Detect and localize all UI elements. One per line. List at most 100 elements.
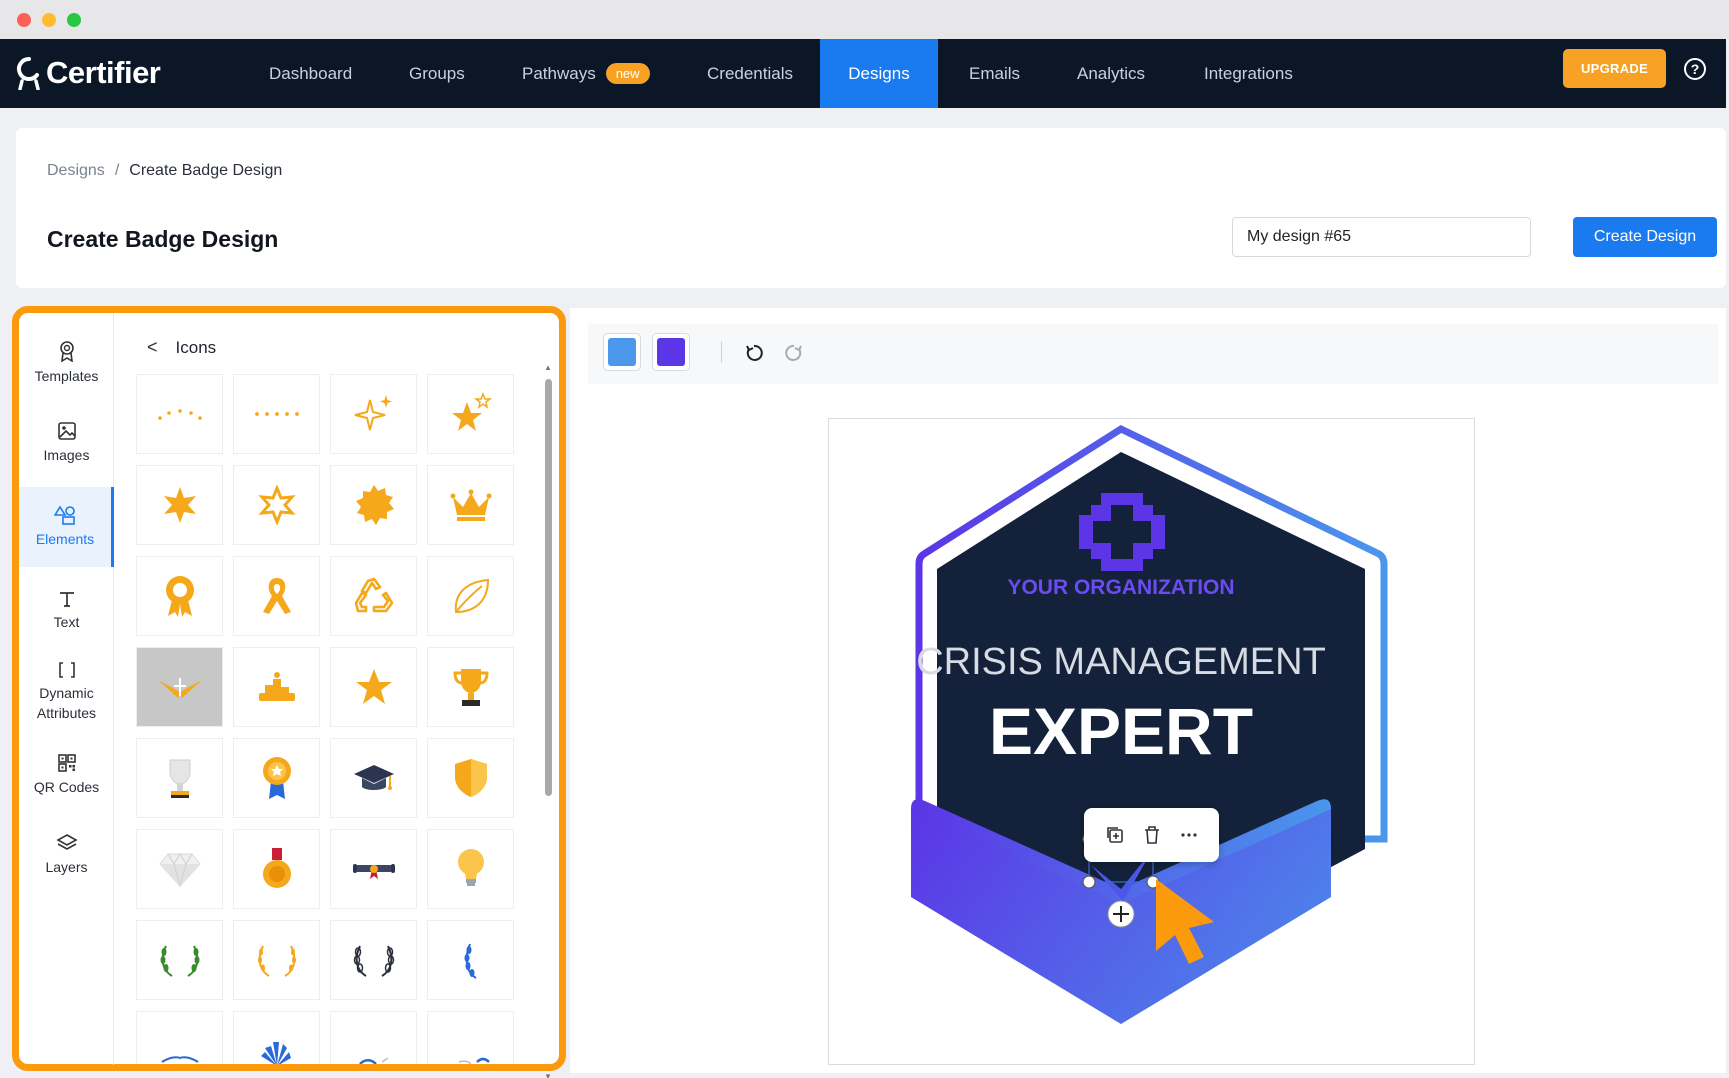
star-sparkle-icon[interactable]: [427, 374, 514, 454]
icons-scrollbar[interactable]: ▲ ▼: [543, 363, 553, 1078]
nav-pathways-label: Pathways: [522, 63, 596, 83]
graduation-cap-icon[interactable]: [330, 738, 417, 818]
seal-icon[interactable]: [330, 465, 417, 545]
editor-sidebar: Templates Images Elements Text Dynamic A…: [19, 313, 114, 1065]
nav-analytics-label: Analytics: [1077, 63, 1146, 83]
brand-logo[interactable]: Certifier: [16, 51, 161, 95]
dots-arc-icon[interactable]: [136, 374, 223, 454]
color-swatch-fill: [608, 338, 636, 366]
scrollbar-thumb[interactable]: [545, 379, 552, 796]
new-badge: new: [605, 63, 650, 84]
badge-design: YOUR ORGANIZATION CRISIS MANAGEMENT EXPE…: [911, 425, 1388, 1024]
more-icon[interactable]: [1177, 823, 1201, 847]
sidebar-item-label: Layers: [45, 859, 88, 875]
move-handle-icon[interactable]: [1107, 900, 1135, 928]
laurel-dark-icon[interactable]: [330, 920, 417, 1000]
nav-credentials-label: Credentials: [707, 63, 793, 83]
sidebar-item-elements[interactable]: Elements: [19, 487, 114, 567]
close-window-button[interactable]: [17, 13, 31, 27]
silver-trophy-icon[interactable]: [136, 738, 223, 818]
nav-groups[interactable]: Groups: [409, 39, 465, 108]
star-6-icon[interactable]: [136, 465, 223, 545]
diploma-scroll-icon[interactable]: [330, 829, 417, 909]
crown-icon[interactable]: [427, 465, 514, 545]
lightbulb-icon[interactable]: [427, 829, 514, 909]
badge-artboard[interactable]: YOUR ORGANIZATION CRISIS MANAGEMENT EXPE…: [828, 418, 1475, 1065]
undo-icon[interactable]: [742, 341, 766, 365]
sidebar-item-label: Templates: [34, 368, 99, 384]
color-swatch-fill: [657, 338, 685, 366]
badge-title-line2[interactable]: EXPERT: [989, 694, 1253, 768]
scroll-up-arrow-icon[interactable]: ▲: [544, 363, 552, 372]
laurel-blue-icon[interactable]: [427, 920, 514, 1000]
medal-ribbon-icon[interactable]: [233, 738, 320, 818]
breadcrumb-designs-link[interactable]: Designs: [47, 162, 105, 179]
minimize-window-button[interactable]: [42, 13, 56, 27]
breadcrumb-current: Create Badge Design: [129, 162, 283, 179]
sidebar-item-dynamic-attributes[interactable]: Dynamic Attributes: [19, 661, 114, 745]
create-design-button[interactable]: Create Design: [1573, 217, 1717, 257]
wave-blue-icon[interactable]: [330, 1011, 417, 1064]
recycle-icon[interactable]: [330, 556, 417, 636]
sunburst-blue-icon[interactable]: [233, 1011, 320, 1064]
nav-integrations[interactable]: Integrations: [1204, 39, 1293, 108]
page-title: Create Badge Design: [47, 226, 279, 252]
sidebar-item-images[interactable]: Images: [19, 421, 114, 485]
sidebar-item-layers[interactable]: Layers: [19, 833, 114, 897]
elements-panel: Templates Images Elements Text Dynamic A…: [12, 306, 566, 1078]
nav-analytics[interactable]: Analytics: [1077, 39, 1145, 108]
nav-emails[interactable]: Emails: [969, 39, 1020, 108]
badge-title-line1[interactable]: CRISIS MANAGEMENT: [916, 641, 1326, 683]
duplicate-icon[interactable]: [1103, 823, 1127, 847]
sidebar-item-text[interactable]: Text: [19, 590, 114, 654]
laurel-green-icon[interactable]: [136, 920, 223, 1000]
dots-line-icon[interactable]: [233, 374, 320, 454]
nav-dashboard[interactable]: Dashboard: [269, 39, 352, 108]
leaf-icon[interactable]: [427, 556, 514, 636]
award-icon: [59, 341, 74, 362]
wings-icon[interactable]: [136, 647, 223, 727]
element-context-toolbar: [1084, 808, 1219, 862]
layers-icon: [55, 834, 78, 850]
sparkle-icon[interactable]: [330, 374, 417, 454]
swirl-blue-icon[interactable]: [427, 1011, 514, 1064]
design-name-input[interactable]: [1232, 217, 1531, 257]
sidebar-item-templates[interactable]: Templates: [19, 340, 114, 404]
breadcrumb: Designs / Create Badge Design: [47, 162, 282, 180]
certifier-logo-icon: [17, 57, 40, 90]
breadcrumb-separator: /: [114, 162, 120, 179]
sidebar-item-label: QR Codes: [33, 779, 100, 795]
trash-icon[interactable]: [1140, 823, 1164, 847]
color-swatch-purple[interactable]: [652, 333, 690, 371]
star-icon[interactable]: [330, 647, 417, 727]
rosette-icon[interactable]: [136, 556, 223, 636]
diamond-icon[interactable]: [136, 829, 223, 909]
upgrade-button[interactable]: UPGRADE: [1563, 49, 1666, 88]
podium-icon[interactable]: [233, 647, 320, 727]
shield-icon[interactable]: [427, 738, 514, 818]
resize-handle[interactable]: [1082, 875, 1096, 889]
scroll-down-arrow-icon[interactable]: ▼: [544, 1072, 552, 1078]
redo-icon[interactable]: [782, 341, 806, 365]
trophy-icon[interactable]: [427, 647, 514, 727]
gold-medal-icon[interactable]: [233, 829, 320, 909]
nav-pathways[interactable]: Pathways new: [522, 39, 650, 108]
ribbon-icon[interactable]: [233, 556, 320, 636]
nav-designs[interactable]: Designs: [820, 39, 938, 108]
icons-grid: [136, 374, 536, 1064]
wing-blue-left-icon[interactable]: [136, 1011, 223, 1064]
laurel-gold-icon[interactable]: [233, 920, 320, 1000]
badge-organization-text[interactable]: YOUR ORGANIZATION: [1007, 576, 1234, 599]
sidebar-item-qr-codes[interactable]: QR Codes: [19, 753, 114, 817]
maximize-window-button[interactable]: [67, 13, 81, 27]
star-6-outline-icon[interactable]: [233, 465, 320, 545]
qr-icon: [57, 754, 76, 772]
help-icon[interactable]: ?: [1684, 58, 1706, 80]
color-swatch-blue[interactable]: [603, 333, 641, 371]
nav-integrations-label: Integrations: [1204, 63, 1293, 83]
nav-credentials[interactable]: Credentials: [707, 39, 793, 108]
nav-emails-label: Emails: [969, 63, 1021, 83]
nav-designs-label: Designs: [848, 63, 910, 83]
back-chevron-icon[interactable]: <: [147, 337, 158, 358]
brackets-icon: [58, 662, 75, 678]
